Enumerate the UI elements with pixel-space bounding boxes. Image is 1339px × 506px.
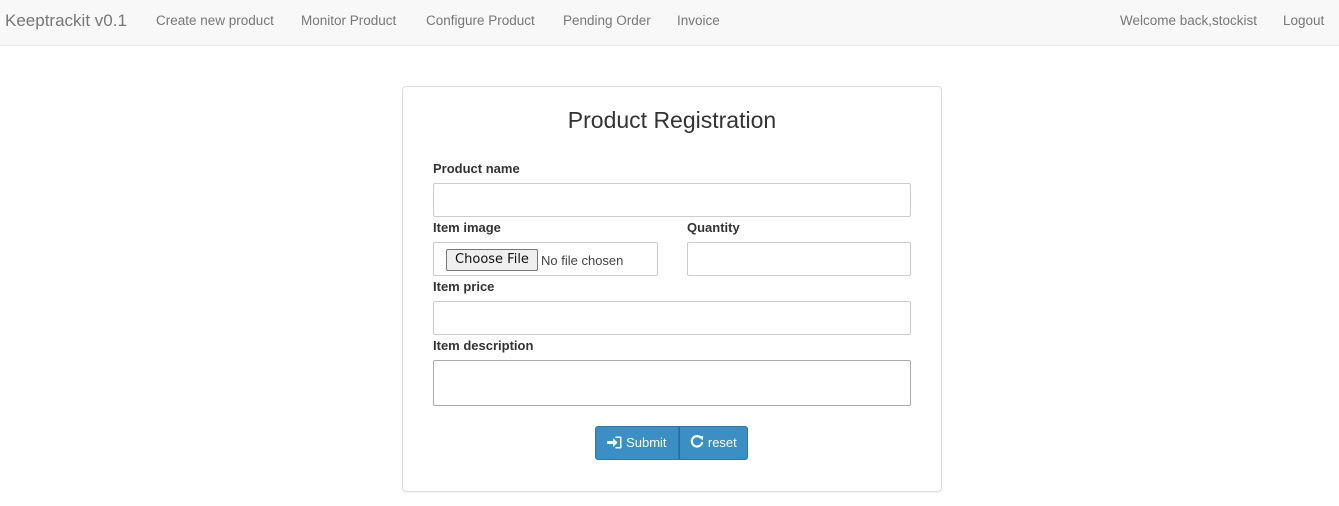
item-price-input[interactable] (433, 301, 911, 335)
choose-file-button[interactable]: Choose File (446, 249, 538, 271)
file-status-text: No file chosen (541, 253, 624, 268)
refresh-icon (690, 435, 708, 450)
reset-button[interactable]: reset (679, 426, 748, 460)
nav-configure-product[interactable]: Configure Product (426, 12, 535, 30)
item-image-file-input[interactable]: Choose File No file chosen (433, 242, 658, 276)
brand-title[interactable]: Keeptrackit v0.1 (5, 10, 127, 32)
item-price-label: Item price (433, 279, 495, 294)
item-description-label: Item description (433, 338, 534, 353)
form-title: Product Registration (567, 107, 777, 133)
nav-welcome-user[interactable]: Welcome back,stockist (1120, 12, 1257, 30)
item-image-label: Item image (433, 220, 501, 235)
reset-label: reset (707, 435, 737, 450)
nav-monitor-product[interactable]: Monitor Product (301, 12, 396, 30)
item-description-textarea[interactable] (433, 360, 911, 406)
nav-logout[interactable]: Logout (1283, 12, 1324, 30)
sign-in-icon (607, 435, 626, 450)
quantity-input[interactable] (687, 242, 911, 276)
product-name-input[interactable] (433, 183, 911, 217)
nav-create-new-product[interactable]: Create new product (156, 12, 274, 30)
product-name-label: Product name (433, 161, 520, 176)
quantity-label: Quantity (687, 220, 740, 235)
nav-invoice[interactable]: Invoice (677, 12, 720, 30)
top-navbar: Keeptrackit v0.1 Create new product Moni… (0, 0, 1339, 46)
submit-button[interactable]: Submit (595, 426, 679, 460)
nav-pending-order[interactable]: Pending Order (563, 12, 651, 30)
submit-label: Submit (626, 435, 667, 450)
product-registration-panel: Product Registration Product name Item i… (402, 86, 942, 492)
